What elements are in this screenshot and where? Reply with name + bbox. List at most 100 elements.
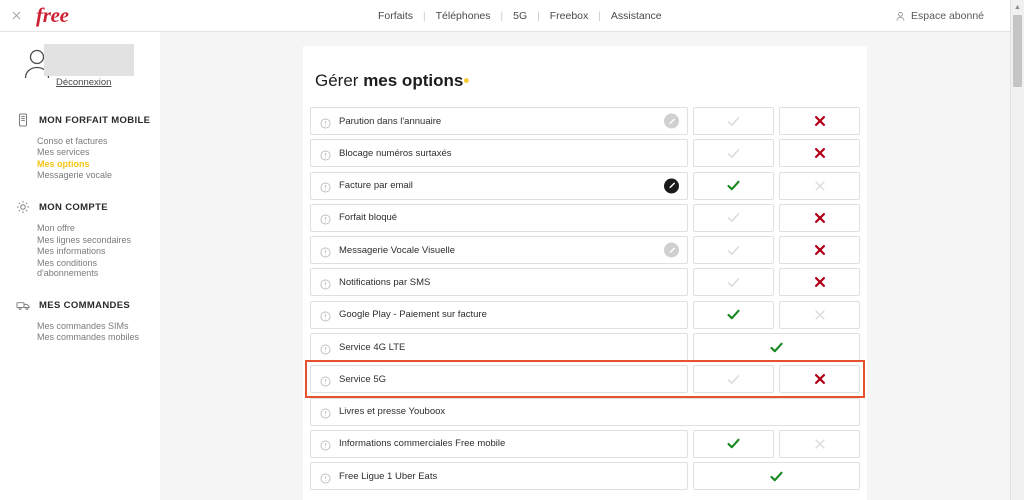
cross-icon bbox=[813, 308, 827, 322]
option-name-cell[interactable]: Blocage numéros surtaxés bbox=[310, 139, 688, 168]
option-deactivate-button[interactable] bbox=[779, 171, 860, 200]
account-label: Espace abonné bbox=[911, 10, 984, 22]
check-icon bbox=[726, 275, 741, 290]
gear-icon bbox=[16, 200, 30, 214]
sidebar-item-conso-et-factures[interactable]: Conso et factures bbox=[37, 135, 160, 147]
check-icon bbox=[726, 178, 741, 193]
sidebar-group-mon-compte: MON COMPTE Mon offre Mes lignes secondai… bbox=[0, 200, 160, 279]
top-bar: free Forfaits | Téléphones | 5G | Freebo… bbox=[0, 0, 1010, 32]
sidebar-item-mes-informations[interactable]: Mes informations bbox=[37, 246, 160, 258]
sidebar-item-mes-commandes-sims[interactable]: Mes commandes SIMs bbox=[37, 320, 160, 332]
sidebar-item-mes-lignes-secondaires[interactable]: Mes lignes secondaires bbox=[37, 234, 160, 246]
option-activate-button[interactable] bbox=[693, 139, 774, 168]
main-content: Gérer mes options• Parution dans l'annua… bbox=[160, 32, 1010, 500]
person-icon bbox=[895, 11, 906, 22]
option-deactivate-button[interactable] bbox=[779, 429, 860, 458]
nav-item-5g[interactable]: 5G bbox=[503, 10, 537, 22]
option-name-cell[interactable]: Google Play - Paiement sur facture bbox=[310, 300, 688, 329]
free-logo[interactable]: free bbox=[36, 5, 69, 26]
option-label: Facture par email bbox=[339, 180, 413, 192]
info-icon[interactable] bbox=[320, 116, 331, 128]
option-activate-button[interactable] bbox=[693, 365, 774, 394]
info-icon[interactable] bbox=[320, 148, 331, 161]
option-activate-button[interactable] bbox=[693, 429, 774, 458]
info-icon[interactable] bbox=[320, 245, 331, 258]
option-name-cell[interactable]: Forfait bloqué bbox=[310, 203, 688, 232]
option-label: Notifications par SMS bbox=[339, 276, 431, 288]
option-deactivate-button[interactable] bbox=[779, 203, 860, 232]
option-name-cell[interactable]: Service 4G LTE bbox=[310, 333, 688, 362]
option-row: Informations commerciales Free mobile bbox=[310, 429, 860, 458]
option-activate-button[interactable] bbox=[693, 300, 774, 329]
option-name-cell[interactable]: Free Ligue 1 Uber Eats bbox=[310, 462, 688, 491]
cross-icon bbox=[813, 437, 827, 451]
sidebar-group-header[interactable]: MES COMMANDES bbox=[0, 298, 160, 312]
option-deactivate-button[interactable] bbox=[779, 139, 860, 168]
option-activate-button[interactable] bbox=[693, 268, 774, 297]
sidebar-item-mes-options[interactable]: Mes options bbox=[37, 158, 160, 170]
page-title: Gérer mes options• bbox=[303, 46, 867, 89]
info-icon[interactable] bbox=[320, 342, 331, 355]
option-activate-button[interactable] bbox=[693, 203, 774, 232]
sidebar-item-mes-commandes-mobiles[interactable]: Mes commandes mobiles bbox=[37, 332, 160, 344]
cross-icon bbox=[813, 243, 827, 257]
info-icon[interactable] bbox=[320, 438, 331, 451]
nav-item-forfaits[interactable]: Forfaits bbox=[368, 10, 423, 22]
option-label: Service 4G LTE bbox=[339, 341, 406, 353]
sidebar-item-mes-conditions-abonnements[interactable]: Mes conditions d'abonnements bbox=[37, 257, 160, 279]
nav-item-freebox[interactable]: Freebox bbox=[540, 10, 599, 22]
scroll-up-icon[interactable]: ▲ bbox=[1011, 1, 1024, 14]
check-icon bbox=[726, 436, 741, 451]
option-name-cell[interactable]: Messagerie Vocale Visuelle bbox=[310, 236, 688, 265]
mobile-plan-icon bbox=[16, 113, 30, 127]
info-icon[interactable] bbox=[320, 180, 331, 193]
option-activate-button[interactable] bbox=[693, 171, 774, 200]
info-icon[interactable] bbox=[320, 212, 331, 225]
sidebar-group-title: MON FORFAIT MOBILE bbox=[39, 114, 151, 126]
check-icon bbox=[726, 372, 741, 387]
nav-item-telephones[interactable]: Téléphones bbox=[426, 10, 501, 22]
sidebar-group-mes-commandes: MES COMMANDES Mes commandes SIMs Mes com… bbox=[0, 298, 160, 343]
option-row: Facture par email bbox=[310, 171, 860, 200]
option-label: Google Play - Paiement sur facture bbox=[339, 309, 487, 321]
option-deactivate-button[interactable] bbox=[779, 365, 860, 394]
sidebar-item-messagerie-vocale[interactable]: Messagerie vocale bbox=[37, 170, 160, 182]
sidebar-group-header[interactable]: MON FORFAIT MOBILE bbox=[0, 113, 160, 127]
option-deactivate-button[interactable] bbox=[779, 268, 860, 297]
option-name-cell[interactable]: Informations commerciales Free mobile bbox=[310, 429, 688, 458]
page-scrollbar[interactable]: ▲ bbox=[1010, 0, 1024, 500]
sidebar-links: Conso et factures Mes services Mes optio… bbox=[0, 135, 160, 181]
logout-link[interactable]: Déconnexion bbox=[56, 77, 111, 88]
close-icon[interactable] bbox=[9, 9, 23, 23]
sidebar-item-mes-services[interactable]: Mes services bbox=[37, 147, 160, 159]
option-name-cell[interactable]: Parution dans l'annuaire bbox=[310, 107, 688, 135]
scrollbar-thumb[interactable] bbox=[1013, 15, 1022, 87]
sidebar-item-mon-offre[interactable]: Mon offre bbox=[37, 222, 160, 234]
option-name-cell[interactable]: Notifications par SMS bbox=[310, 268, 688, 297]
info-icon[interactable] bbox=[320, 309, 331, 322]
option-label: Messagerie Vocale Visuelle bbox=[339, 244, 456, 256]
sidebar-group-header[interactable]: MON COMPTE bbox=[0, 200, 160, 214]
info-icon[interactable] bbox=[320, 471, 331, 484]
option-activate-button[interactable] bbox=[693, 107, 774, 135]
option-name-cell[interactable]: Livres et presse Youboox bbox=[310, 397, 860, 426]
option-deactivate-button[interactable] bbox=[779, 236, 860, 265]
info-icon[interactable] bbox=[320, 374, 331, 387]
option-row: Livres et presse Youboox bbox=[310, 397, 860, 426]
account-link[interactable]: Espace abonné bbox=[895, 0, 984, 32]
sidebar-group-title: MON COMPTE bbox=[39, 201, 108, 213]
edit-pencil-icon[interactable] bbox=[664, 178, 679, 194]
check-icon bbox=[726, 210, 741, 225]
info-icon[interactable] bbox=[320, 277, 331, 290]
option-status-button[interactable] bbox=[693, 333, 860, 362]
nav-item-assistance[interactable]: Assistance bbox=[601, 10, 672, 22]
option-row: Messagerie Vocale Visuelle bbox=[310, 236, 860, 265]
option-deactivate-button[interactable] bbox=[779, 300, 860, 329]
option-deactivate-button[interactable] bbox=[779, 107, 860, 135]
option-activate-button[interactable] bbox=[693, 236, 774, 265]
info-icon[interactable] bbox=[320, 406, 331, 419]
option-name-cell[interactable]: Facture par email bbox=[310, 171, 688, 200]
sidebar-group-mon-forfait-mobile: MON FORFAIT MOBILE Conso et factures Mes… bbox=[0, 113, 160, 181]
option-name-cell[interactable]: Service 5G bbox=[310, 365, 688, 394]
option-status-button[interactable] bbox=[693, 462, 860, 491]
